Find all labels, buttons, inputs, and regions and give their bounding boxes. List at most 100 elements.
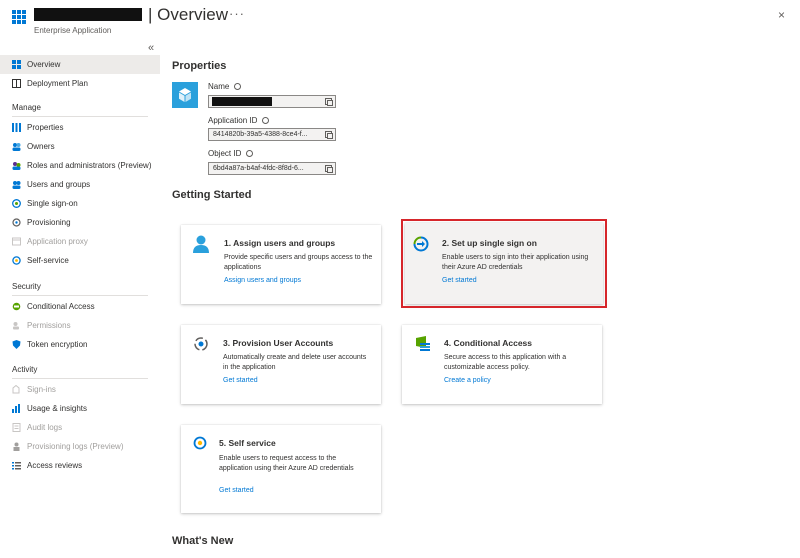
cube-icon <box>179 88 191 102</box>
owners-icon <box>12 142 21 151</box>
sign-ins-icon <box>12 384 21 394</box>
card-provision-accounts[interactable]: 3. Provision User Accounts Automatically… <box>181 325 381 404</box>
access-reviews-icon <box>12 461 21 470</box>
sidebar-item-label: Properties <box>27 123 64 132</box>
sidebar-item-label: Deployment Plan <box>27 79 88 88</box>
sidebar-item-label: Access reviews <box>27 461 83 470</box>
sidebar-item-conditional-access[interactable]: Conditional Access <box>0 297 160 316</box>
sidebar-item-label: Sign-ins <box>27 385 56 394</box>
sso-icon <box>12 199 21 208</box>
sidebar-item-label: Self-service <box>27 256 69 265</box>
redacted-app-name <box>34 8 142 21</box>
provisioning-icon <box>12 218 21 227</box>
sidebar-item-users-and-groups[interactable]: Users and groups <box>0 175 160 194</box>
card-conditional-access[interactable]: 4. Conditional Access Secure access to t… <box>402 325 602 404</box>
card-single-sign-on[interactable]: 2. Set up single sign on Enable users to… <box>405 223 603 304</box>
sidebar-item-label: Audit logs <box>27 423 63 432</box>
card-description: Enable users to sign into their applicat… <box>442 254 589 271</box>
card-assign-users[interactable]: 1. Assign users and groups Provide speci… <box>181 225 381 304</box>
sidebar-item-label: Usage & insights <box>27 404 88 413</box>
sidebar-item-label: Users and groups <box>27 180 91 189</box>
card-title: 1. Assign users and groups <box>224 238 336 248</box>
info-icon[interactable] <box>246 150 254 158</box>
audit-logs-icon <box>12 423 21 432</box>
more-options-icon[interactable]: ··· <box>229 6 245 21</box>
self-service-icon <box>12 256 21 265</box>
sidebar-item-self-service[interactable]: Self-service <box>0 251 160 270</box>
sso-get-started-link[interactable]: Get started <box>442 277 477 284</box>
provisioning-icon <box>194 337 208 351</box>
sidebar-item-token-encryption[interactable]: Token encryption <box>0 335 160 354</box>
sidebar-item-label: Provisioning logs (Preview) <box>27 442 124 451</box>
card-self-service[interactable]: 5. Self service Enable users to request … <box>181 425 381 513</box>
info-icon[interactable] <box>234 83 242 91</box>
overview-icon <box>12 60 21 69</box>
card-description: Enable users to request access to the ap… <box>219 455 354 472</box>
card-title: 2. Set up single sign on <box>442 238 537 248</box>
sidebar-item-properties[interactable]: Properties <box>0 118 160 137</box>
app-tile <box>172 82 198 108</box>
user-icon <box>193 235 209 253</box>
page-title: | Overview <box>148 5 228 24</box>
section-title-activity: Activity <box>12 365 38 374</box>
book-icon <box>12 79 21 88</box>
divider <box>12 295 148 296</box>
whats-new-heading: What's New <box>172 535 234 547</box>
sidebar-item-label: Single sign-on <box>27 199 78 208</box>
card-title: 5. Self service <box>219 438 276 448</box>
application-id-field[interactable]: 8414820b-39a5-4388-8ce4-f... <box>208 128 336 141</box>
page-subtitle: Enterprise Application <box>34 26 112 35</box>
conditional-access-icon <box>416 336 430 351</box>
copy-icon[interactable] <box>325 98 333 106</box>
permissions-icon <box>12 321 21 330</box>
sidebar-item-permissions[interactable]: Permissions <box>0 316 160 335</box>
sidebar-item-owners[interactable]: Owners <box>0 137 160 156</box>
object-id-field[interactable]: 6bd4a87a-b4af-4fdc-8f8d-6... <box>208 162 336 175</box>
sidebar-item-label: Application proxy <box>27 237 88 246</box>
divider <box>12 116 148 117</box>
blade-header: | Overview ··· Enterprise Application × <box>0 0 800 44</box>
sidebar-item-label: Provisioning <box>27 218 71 227</box>
section-title-security: Security <box>12 282 41 291</box>
object-id-label: Object ID <box>208 149 254 158</box>
sidebar-item-roles[interactable]: Roles and administrators (Preview) <box>0 156 160 175</box>
close-icon[interactable]: × <box>778 8 785 22</box>
conditional-access-icon <box>12 302 21 311</box>
sidebar-item-single-sign-on[interactable]: Single sign-on <box>0 194 160 213</box>
sidebar-item-label: Token encryption <box>27 340 88 349</box>
sidebar-item-label: Overview <box>27 60 61 69</box>
application-id-label: Application ID <box>208 116 270 125</box>
sidebar-item-provisioning-logs[interactable]: Provisioning logs (Preview) <box>0 437 160 456</box>
card-description: Secure access to this application with a… <box>444 354 567 371</box>
assign-users-link[interactable]: Assign users and groups <box>224 277 301 284</box>
properties-icon <box>12 123 21 132</box>
divider <box>12 378 148 379</box>
sidebar-item-overview[interactable]: Overview <box>0 55 160 74</box>
name-label: Name <box>208 82 242 91</box>
self-service-get-started-link[interactable]: Get started <box>219 487 254 494</box>
sidebar-item-label: Permissions <box>27 321 71 330</box>
sidebar-item-provisioning[interactable]: Provisioning <box>0 213 160 232</box>
self-service-icon <box>193 436 207 450</box>
sidebar-item-sign-ins[interactable]: Sign-ins <box>0 380 160 399</box>
getting-started-heading: Getting Started <box>172 189 252 201</box>
sidebar-item-access-reviews[interactable]: Access reviews <box>0 456 160 475</box>
card-title: 4. Conditional Access <box>444 338 533 348</box>
provision-get-started-link[interactable]: Get started <box>223 377 258 384</box>
section-title-manage: Manage <box>12 103 41 112</box>
sidebar-item-usage-insights[interactable]: Usage & insights <box>0 399 160 418</box>
card-title: 3. Provision User Accounts <box>223 338 334 348</box>
sso-icon <box>413 236 429 252</box>
sidebar-item-label: Conditional Access <box>27 302 95 311</box>
collapse-sidebar-icon[interactable]: « <box>148 42 154 54</box>
sidebar-item-label: Owners <box>27 142 55 151</box>
info-icon[interactable] <box>262 117 270 125</box>
sidebar-item-application-proxy[interactable]: Application proxy <box>0 232 160 251</box>
sidebar-item-audit-logs[interactable]: Audit logs <box>0 418 160 437</box>
copy-icon[interactable] <box>325 165 333 173</box>
users-groups-icon <box>12 180 21 189</box>
sidebar-item-deployment-plan[interactable]: Deployment Plan <box>0 74 160 93</box>
create-policy-link[interactable]: Create a policy <box>444 377 491 384</box>
shield-icon <box>12 340 21 349</box>
copy-icon[interactable] <box>325 131 333 139</box>
